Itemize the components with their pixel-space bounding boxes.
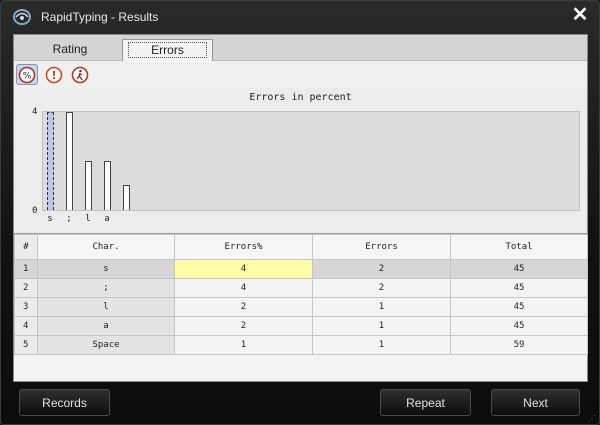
errors-table-container: # Char. Errors% Errors Total 1 s 4 2 45 2; 4 2 4… [14,233,588,381]
chart-bar[interactable] [85,161,92,210]
row-errors-percent-cell: 1 [174,335,313,355]
errors-chart: Errors in percent 4 0 s; l a [14,88,587,233]
results-window: RapidTyping - Results ✕ Rating Errors % [0,0,600,425]
row-errors-cell: 1 [312,297,451,317]
y-tick-max: 4 [32,107,38,117]
row-errors-cell: 1 [312,335,451,355]
table-row[interactable]: 3 l 2 1 45 [14,297,588,317]
table-row[interactable]: 5 Space 1 1 59 [14,335,588,355]
column-header-char[interactable]: Char. [37,234,175,260]
window-title: RapidTyping - Results [41,10,159,24]
row-index-cell: 4 [14,316,38,336]
chart-plot-area [42,111,580,211]
percent-icon: % [18,66,36,83]
row-total-cell: 45 [450,259,588,279]
row-char-cell: s [37,259,175,279]
resize-grip-icon[interactable]: ⋰ [588,414,596,423]
row-errors-percent-cell: 4 [174,278,313,298]
row-errors-cell: 2 [312,278,451,298]
next-button[interactable]: Next [491,389,580,416]
table-row[interactable]: 1 s 4 2 45 [14,259,588,279]
warning-view-button[interactable]: ! [44,65,64,85]
table-row[interactable]: 2; 4 2 45 [14,278,588,298]
row-errors-cell: 2 [312,259,451,279]
tab-rating-label: Rating [52,42,88,56]
row-errors-cell: 1 [312,316,451,336]
table-row[interactable]: 4 a 2 1 45 [14,316,588,336]
x-tick-label: ; [66,214,72,224]
warning-icon: ! [45,66,63,84]
errors-table: # Char. Errors% Errors Total 1 s 4 2 45 2; 4 2 4… [14,234,588,355]
x-tick-label: s [47,214,53,224]
row-errors-percent-cell: 4 [174,259,313,279]
tab-bar: Rating Errors [14,35,587,61]
svg-text:!: ! [51,69,56,82]
app-logo-icon [13,9,31,25]
close-button[interactable]: ✕ [569,4,591,26]
row-char-cell: a [37,316,175,336]
row-char-cell: l [37,297,175,317]
column-header-errors[interactable]: Errors [312,234,451,260]
table-header-row: # Char. Errors% Errors Total [14,234,588,260]
chart-bar[interactable] [104,161,111,210]
row-errors-percent-cell: 2 [174,297,313,317]
y-tick-min: 0 [32,206,38,216]
row-errors-percent-cell: 2 [174,316,313,336]
row-index-cell: 3 [14,297,38,317]
view-toolbar: % ! [14,62,587,88]
close-icon: ✕ [571,4,589,26]
title-bar[interactable]: RapidTyping - Results ✕ [1,1,599,33]
column-header-index[interactable]: # [14,234,38,260]
tab-errors-label: Errors [128,42,207,58]
column-header-total[interactable]: Total [450,234,588,260]
chart-title: Errors in percent [249,92,352,103]
tab-errors[interactable]: Errors [122,39,213,61]
chart-bar[interactable] [123,185,130,210]
records-button[interactable]: Records [19,389,110,416]
walker-view-button[interactable] [70,65,90,85]
row-total-cell: 45 [450,278,588,298]
repeat-button[interactable]: Repeat [380,389,471,416]
row-char-cell: Space [37,335,175,355]
x-tick-label: l [85,214,91,224]
row-total-cell: 45 [450,316,588,336]
row-index-cell: 5 [14,335,38,355]
chart-bar[interactable] [66,112,73,210]
bottom-bar: Records Repeat Next ⋰ [1,383,599,425]
row-index-cell: 2 [14,278,38,298]
row-total-cell: 59 [450,335,588,355]
column-header-errors-percent[interactable]: Errors% [174,234,313,260]
chart-bar[interactable] [47,112,54,210]
percent-view-button[interactable]: % [16,64,38,85]
row-index-cell: 1 [14,259,38,279]
walker-icon [71,66,89,84]
row-total-cell: 45 [450,297,588,317]
tab-rating[interactable]: Rating [20,39,120,61]
x-tick-label: a [104,214,110,224]
svg-text:%: % [23,71,32,81]
results-panel: Rating Errors % ! Errors in percent 4 0 … [13,34,588,382]
row-char-cell: ; [37,278,175,298]
